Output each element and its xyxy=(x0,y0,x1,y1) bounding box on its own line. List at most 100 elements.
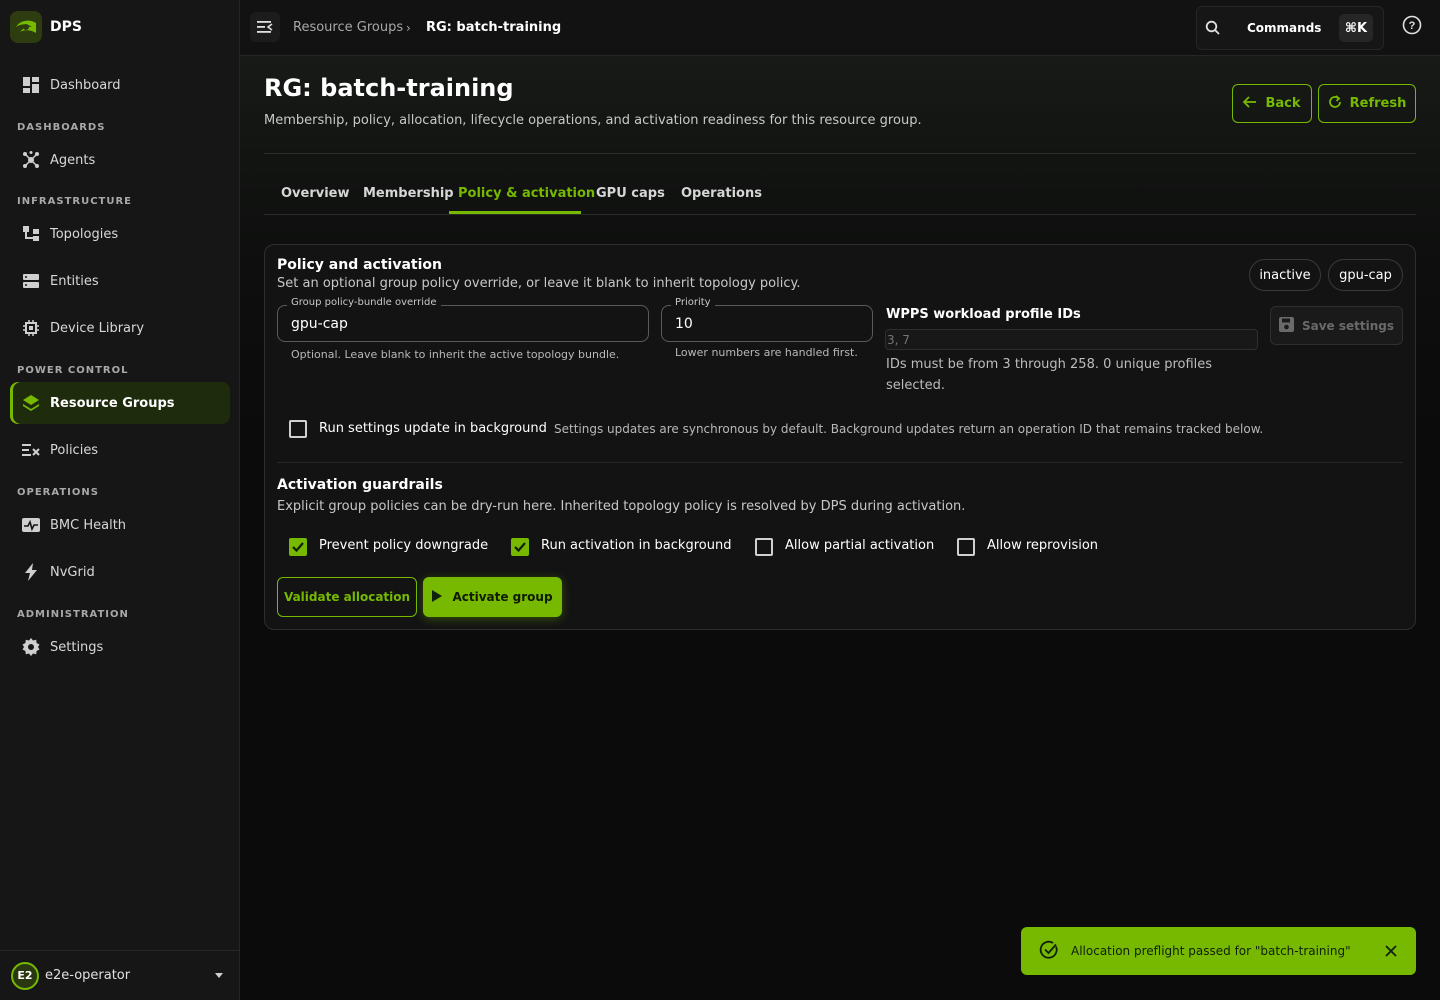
sidebar-item-label: Agents xyxy=(50,152,96,168)
sidebar-item-device-library[interactable]: Device Library xyxy=(10,307,230,349)
nav-section-administration: ADMINISTRATION xyxy=(17,609,129,620)
partial-activation-label: Allow partial activation xyxy=(785,538,935,553)
back-label: Back xyxy=(1265,96,1301,111)
allow-reprovision-checkbox[interactable] xyxy=(957,538,975,556)
activation-background-label: Run activation in background xyxy=(541,538,732,553)
sidebar-item-bmc-health[interactable]: BMC Health xyxy=(10,504,230,546)
brand[interactable]: DPS xyxy=(10,10,82,44)
sidebar-item-label: NvGrid xyxy=(50,564,95,580)
policy-override-input[interactable] xyxy=(277,305,649,342)
close-icon[interactable] xyxy=(1385,945,1397,960)
sidebar-item-nvgrid[interactable]: NvGrid xyxy=(10,551,230,593)
activate-group-button[interactable]: Activate group xyxy=(423,577,562,617)
sidebar: DPS Dashboard DASHBOARDS Agents INFRASTR… xyxy=(0,0,240,1000)
back-button[interactable]: Back xyxy=(1232,84,1312,123)
nav-section-dashboards: DASHBOARDS xyxy=(17,122,106,133)
entities-icon xyxy=(22,272,40,290)
help-icon: ? xyxy=(1402,15,1422,39)
background-settings-label: Run settings update in background xyxy=(319,421,547,436)
topology-icon xyxy=(22,225,40,243)
prevent-downgrade-label: Prevent policy downgrade xyxy=(319,538,489,553)
chip-icon xyxy=(22,319,40,337)
topbar: Resource Groups › RG: batch-training Com… xyxy=(240,0,1440,56)
refresh-label: Refresh xyxy=(1349,96,1407,111)
activation-background-checkbox[interactable] xyxy=(511,538,529,556)
background-settings-checkbox[interactable] xyxy=(289,420,307,438)
priority-input[interactable] xyxy=(661,305,873,342)
tab-gpu-caps[interactable]: GPU caps xyxy=(596,186,665,201)
sidebar-item-policies[interactable]: Policies xyxy=(10,429,230,471)
arrow-left-icon xyxy=(1243,95,1257,112)
priority-help: Lower numbers are handled first. xyxy=(675,346,858,359)
sidebar-item-dashboard[interactable]: Dashboard xyxy=(10,64,230,106)
sidebar-item-label: Policies xyxy=(50,442,99,458)
search-icon xyxy=(1205,20,1221,40)
refresh-icon xyxy=(1328,94,1342,113)
validate-allocation-button[interactable]: Validate allocation xyxy=(277,577,417,617)
active-tab-indicator xyxy=(449,211,581,214)
policy-override-legend: Group policy-bundle override xyxy=(287,297,441,308)
policies-icon xyxy=(22,441,40,459)
tab-membership[interactable]: Membership xyxy=(363,186,454,201)
breadcrumb-resource-groups[interactable]: Resource Groups xyxy=(293,20,403,35)
partial-activation-checkbox[interactable] xyxy=(755,538,773,556)
nav-section-power-control: POWER CONTROL xyxy=(17,365,129,376)
agents-icon xyxy=(22,151,40,169)
sidebar-item-agents[interactable]: Agents xyxy=(10,139,230,181)
tab-overview[interactable]: Overview xyxy=(281,186,350,201)
allow-reprovision-label: Allow reprovision xyxy=(987,538,1099,553)
toast-message: Allocation preflight passed for "batch-t… xyxy=(1071,944,1351,958)
page-subtitle: Membership, policy, allocation, lifecycl… xyxy=(264,113,922,128)
sidebar-item-label: Settings xyxy=(50,639,104,655)
wpps-help: IDs must be from 3 through 258. 0 unique… xyxy=(886,357,1213,393)
nav-section-operations: OPERATIONS xyxy=(17,487,99,498)
svg-text:?: ? xyxy=(1409,20,1416,32)
wpps-label: WPPS workload profile IDs xyxy=(886,307,1081,322)
user-menu[interactable]: E2 e2e-operator xyxy=(0,950,240,1000)
user-name: e2e-operator xyxy=(45,968,131,983)
layers-icon xyxy=(22,394,40,412)
page-title: RG: batch-training xyxy=(264,74,514,102)
sidebar-item-entities[interactable]: Entities xyxy=(10,260,230,302)
sidebar-item-settings[interactable]: Settings xyxy=(10,626,230,668)
gear-icon xyxy=(22,638,40,656)
tab-operations[interactable]: Operations xyxy=(681,186,762,201)
policy-description: Set an optional group policy override, o… xyxy=(277,276,801,291)
status-badge: inactive xyxy=(1249,259,1321,291)
checkmark-icon xyxy=(292,542,304,553)
sidebar-toggle-button[interactable] xyxy=(250,12,280,42)
sidebar-item-label: Resource Groups xyxy=(50,395,175,411)
sidebar-item-label: Topologies xyxy=(50,226,119,242)
checkmark-icon xyxy=(514,542,526,553)
play-icon xyxy=(432,589,443,605)
save-settings-button[interactable]: Save settings xyxy=(1270,306,1403,345)
breadcrumb-current: RG: batch-training xyxy=(426,20,562,35)
nav-section-infrastructure: INFRASTRUCTURE xyxy=(17,196,133,207)
help-button[interactable]: ? xyxy=(1400,12,1424,42)
guardrails-heading: Activation guardrails xyxy=(277,477,443,493)
save-icon xyxy=(1278,316,1294,335)
success-toast: Allocation preflight passed for "batch-t… xyxy=(1021,927,1416,975)
sidebar-item-label: Device Library xyxy=(50,320,145,336)
avatar: E2 xyxy=(11,961,39,990)
bolt-icon xyxy=(22,563,40,581)
save-settings-label: Save settings xyxy=(1301,318,1395,333)
prevent-downgrade-checkbox[interactable] xyxy=(289,538,307,556)
policy-heading: Policy and activation xyxy=(277,257,442,273)
chevron-right-icon: › xyxy=(406,21,411,35)
tabs-divider xyxy=(264,214,1416,215)
section-divider xyxy=(277,462,1403,463)
priority-legend: Priority xyxy=(671,297,715,308)
sidebar-item-topologies[interactable]: Topologies xyxy=(10,213,230,255)
wpps-input[interactable] xyxy=(885,329,1258,350)
command-palette-button[interactable]: Commands ⌘K xyxy=(1196,6,1384,50)
background-settings-description: Settings updates are synchronous by defa… xyxy=(554,422,1264,436)
menu-collapse-icon xyxy=(257,18,273,37)
check-circle-icon xyxy=(1039,940,1059,963)
guardrails-description: Explicit group policies can be dry-run h… xyxy=(277,499,966,514)
refresh-button[interactable]: Refresh xyxy=(1318,84,1416,123)
sidebar-item-resource-groups[interactable]: Resource Groups xyxy=(10,382,230,424)
tab-policy-activation[interactable]: Policy & activation xyxy=(458,186,595,201)
sidebar-item-label: Entities xyxy=(50,273,99,289)
commands-label: Commands xyxy=(1247,21,1322,35)
